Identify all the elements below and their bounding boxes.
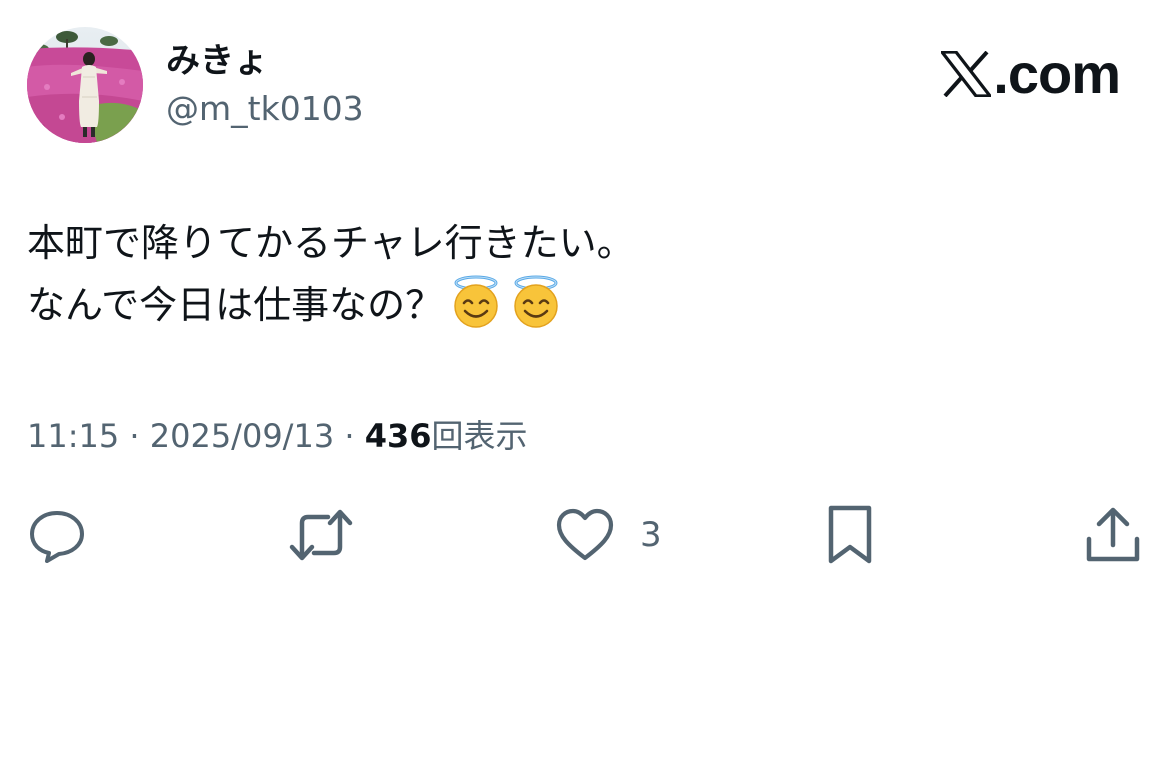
brand-domain: .com xyxy=(993,42,1121,105)
tweet-meta: 11:15 · 2025/09/13 · 436回表示 xyxy=(27,414,528,458)
meta-separator: · xyxy=(119,417,150,455)
tweet-line-2: なんで今日は仕事なの？ xyxy=(27,274,1127,336)
tweet-line-2-text: なんで今日は仕事なの？ xyxy=(27,283,444,327)
bookmark-button[interactable] xyxy=(826,500,874,570)
profile-photo-icon xyxy=(27,27,143,143)
bookmark-icon xyxy=(828,505,872,564)
tweet-time[interactable]: 11:15 xyxy=(27,417,119,455)
tweet-text: 本町で降りてかるチャレ行きたい。 なんで今日は仕事なの？ xyxy=(27,212,1127,336)
avatar[interactable] xyxy=(27,27,143,143)
tweet-date[interactable]: 2025/09/13 xyxy=(150,417,334,455)
reply-button[interactable] xyxy=(27,500,87,570)
tweet-line-1: 本町で降りてかるチャレ行きたい。 xyxy=(27,221,635,265)
share-icon xyxy=(1086,507,1140,562)
like-button[interactable]: 3 xyxy=(556,500,662,570)
tweet-card: みきょ @m_tk0103 .com 本町で降りてかるチャレ行きたい。 なんで今… xyxy=(0,0,1170,772)
like-count: 3 xyxy=(640,515,662,555)
user-handle[interactable]: @m_tk0103 xyxy=(166,89,364,129)
smiling-face-with-halo-icon xyxy=(514,275,558,328)
reply-icon xyxy=(30,511,84,563)
smiling-face-with-halo-icon xyxy=(454,275,498,328)
display-name[interactable]: みきょ xyxy=(166,40,268,82)
brand-logo: .com xyxy=(941,42,1121,105)
views-count: 436 xyxy=(364,417,432,455)
action-bar: 3 xyxy=(0,500,1170,570)
heart-icon xyxy=(556,508,614,561)
x-logo-icon xyxy=(941,51,992,97)
retweet-icon xyxy=(289,509,353,561)
meta-separator: · xyxy=(334,417,365,455)
share-button[interactable] xyxy=(1085,500,1141,570)
views-label: 回表示 xyxy=(431,417,528,455)
retweet-button[interactable] xyxy=(288,500,354,570)
